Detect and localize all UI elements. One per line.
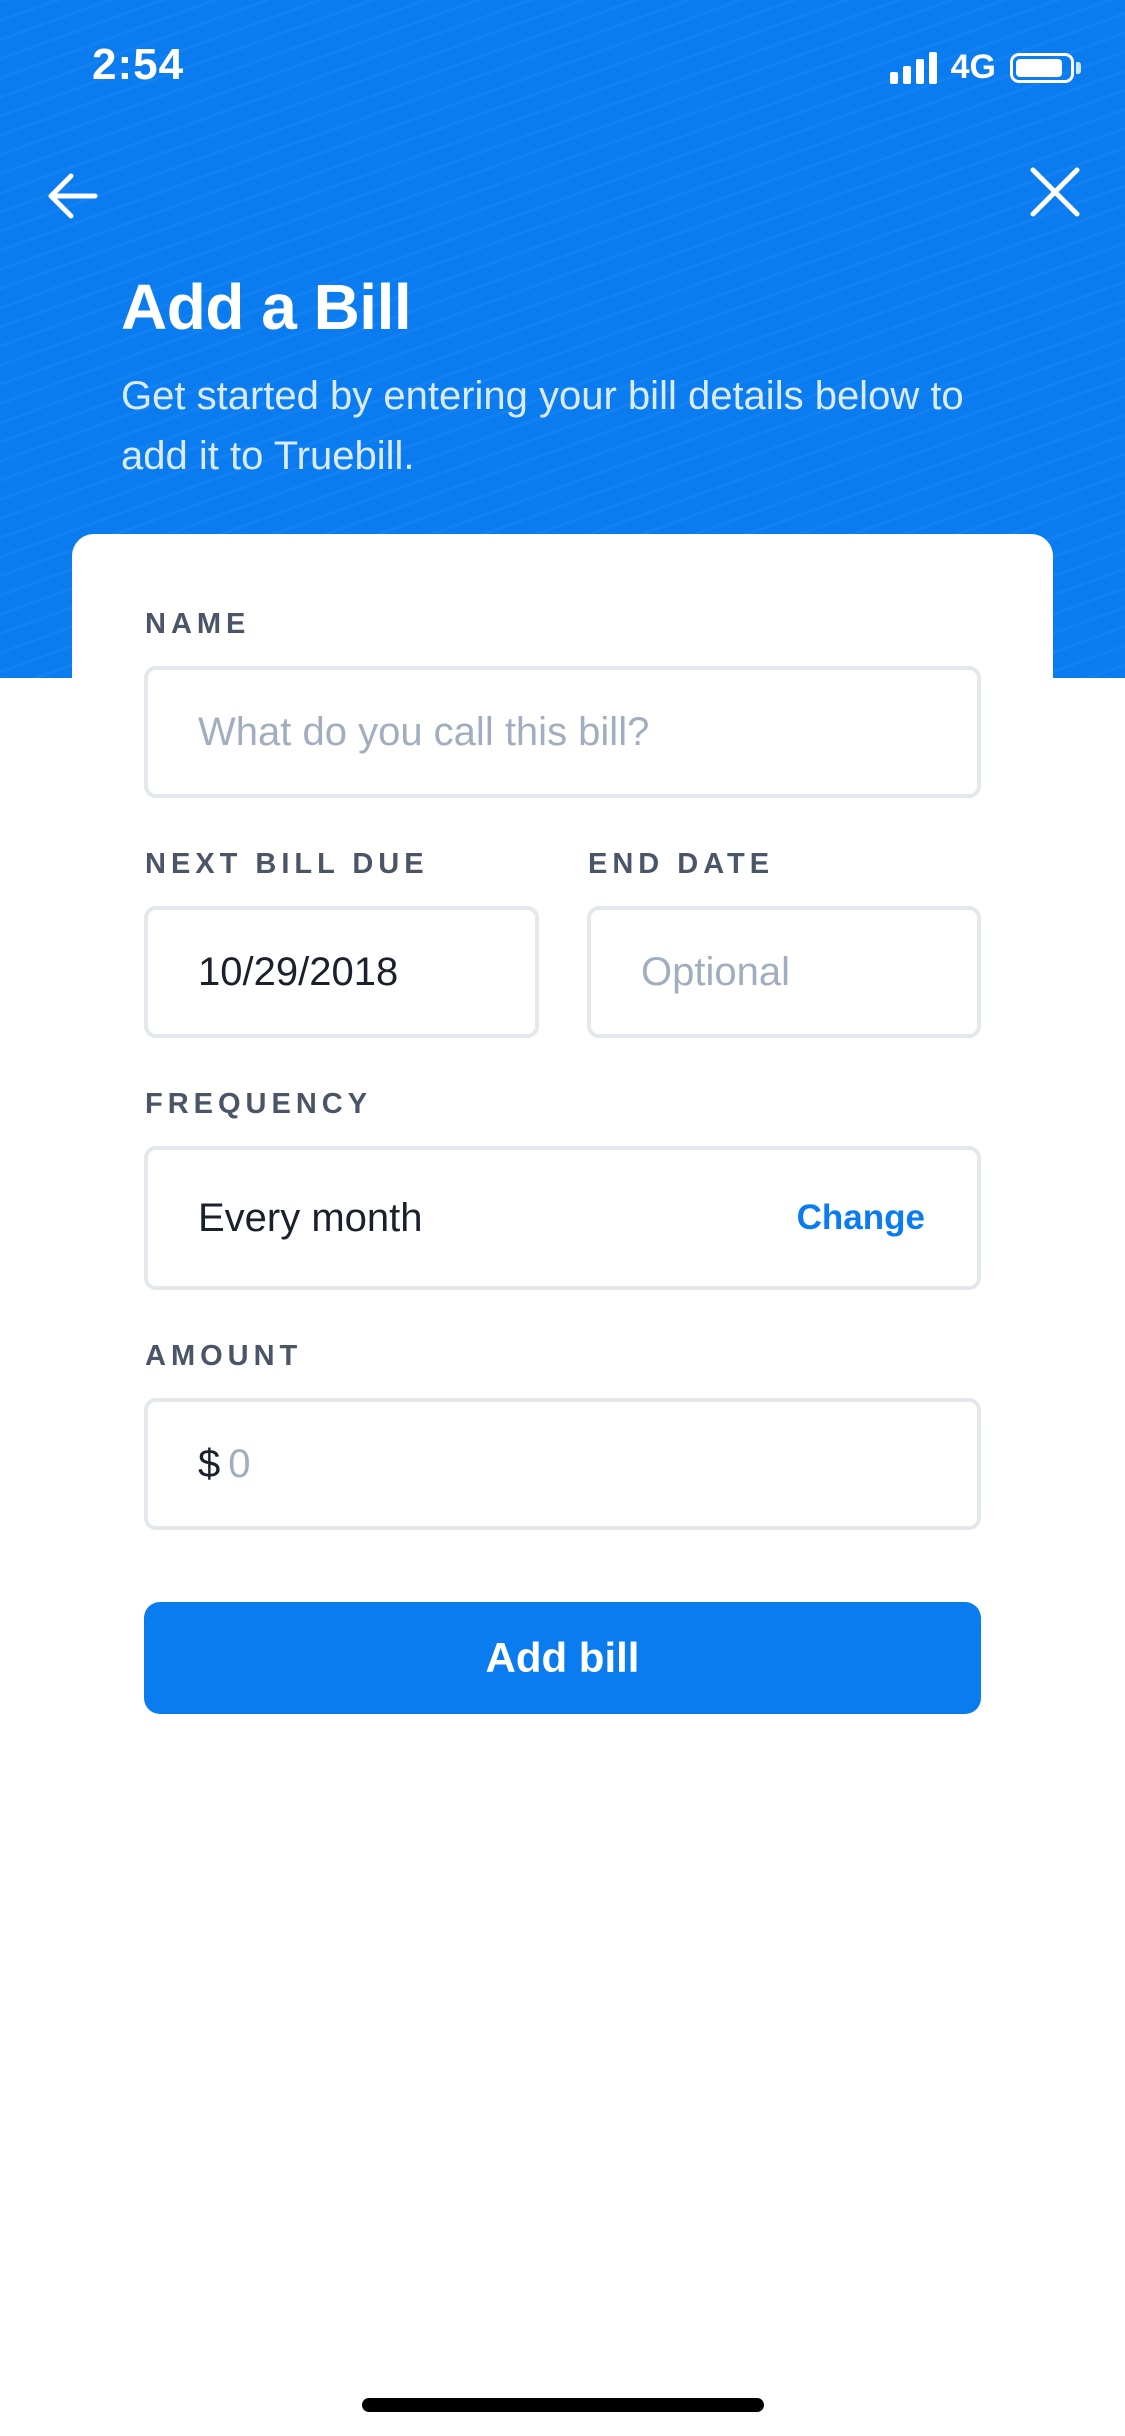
frequency-selector[interactable]: Every month Change <box>144 1146 981 1290</box>
add-bill-button[interactable]: Add bill <box>144 1602 981 1714</box>
name-input[interactable]: What do you call this bill? <box>144 666 981 798</box>
status-time: 2:54 <box>92 40 185 89</box>
frequency-value: Every month <box>198 1195 423 1240</box>
end-date-input[interactable]: Optional <box>587 906 981 1038</box>
next-bill-due-value: 10/29/2018 <box>198 949 399 994</box>
add-bill-screen: 2:54 4G Add a Bill Get started by enteri… <box>0 0 1125 2436</box>
name-placeholder: What do you call this bill? <box>198 709 650 754</box>
page-title: Add a Bill <box>121 271 412 343</box>
close-icon <box>1030 167 1080 217</box>
signal-icon <box>889 51 937 84</box>
end-date-placeholder: Optional <box>641 949 790 994</box>
next-bill-due-label: NEXT BILL DUE <box>145 848 429 880</box>
name-label: NAME <box>145 608 251 640</box>
end-date-label: END DATE <box>588 848 775 880</box>
back-button[interactable] <box>36 160 108 232</box>
page-subtitle: Get started by entering your bill detail… <box>121 374 964 478</box>
status-icons: 4G <box>889 48 1081 87</box>
next-bill-due-input[interactable]: 10/29/2018 <box>144 906 539 1038</box>
change-frequency-link[interactable]: Change <box>797 1198 925 1238</box>
close-button[interactable] <box>1019 156 1091 228</box>
home-indicator[interactable] <box>362 2398 764 2412</box>
amount-label: AMOUNT <box>145 1340 303 1372</box>
arrow-left-icon <box>48 173 98 219</box>
amount-input[interactable]: $ 0 <box>144 1398 981 1530</box>
network-type: 4G <box>950 48 996 86</box>
battery-tip <box>1076 61 1081 74</box>
amount-placeholder: 0 <box>228 1441 251 1486</box>
battery-icon <box>1010 52 1074 83</box>
currency-symbol: $ <box>198 1441 221 1486</box>
frequency-label: FREQUENCY <box>145 1088 373 1120</box>
